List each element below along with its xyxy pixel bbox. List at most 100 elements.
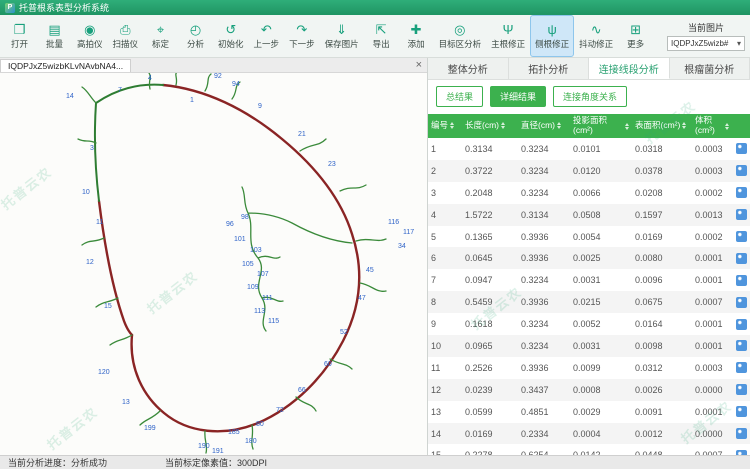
table-cell: 0.3234 [518, 341, 570, 351]
table-row[interactable]: 100.09650.32340.00310.00980.0001 [428, 335, 750, 357]
table-cell: 8 [428, 297, 462, 307]
toolbar-item-target-area[interactable]: ◎目标区分析 [434, 15, 487, 57]
toolbar-item-batch[interactable]: ▤批量 [37, 15, 72, 57]
toolbar-item-calibrate[interactable]: ⌖标定 [143, 15, 178, 57]
view-row-icon[interactable] [736, 187, 747, 198]
toolbar-item-main-root-fix[interactable]: Ψ主根修正 [486, 15, 530, 57]
table-cell: 0.0000 [692, 429, 732, 439]
tab-segment-analysis[interactable]: 连接线段分析 [589, 58, 670, 79]
toolbar: ❐打开▤批量◉高拍仪⎙扫描仪⌖标定◴分析↺初始化↶上一步↷下一步⇓保存图片⇱导出… [0, 15, 750, 58]
view-row-icon[interactable] [736, 362, 747, 373]
toolbar-item-export[interactable]: ⇱导出 [364, 15, 399, 57]
table-row[interactable]: 60.06450.39360.00250.00800.0001 [428, 247, 750, 269]
sort-arrows-icon[interactable] [501, 122, 505, 129]
result-button-row: 总结果详细结果连接角度关系 [428, 80, 750, 112]
table-row[interactable]: 20.37220.32340.01200.03780.0003 [428, 160, 750, 182]
column-header-label: 表面积(cm²) [635, 121, 680, 131]
view-row-icon[interactable] [736, 231, 747, 242]
toolbar-item-lateral-root-fix[interactable]: ψ侧根修正 [530, 15, 574, 57]
table-cell: 14 [428, 429, 462, 439]
table-row[interactable]: 80.54590.39360.02150.06750.0007 [428, 291, 750, 313]
toolbar-item-next-step[interactable]: ↷下一步 [284, 15, 320, 57]
current-image-value: IQDPJxZ5wizb# [671, 39, 728, 48]
table-cell: 0.3234 [518, 144, 570, 154]
column-header[interactable]: 投影面积(cm²) [570, 116, 632, 136]
view-row-icon[interactable] [736, 165, 747, 176]
detail-result-button[interactable]: 详细结果 [490, 86, 546, 107]
table-row[interactable]: 50.13650.39360.00540.01690.0002 [428, 226, 750, 248]
root-image-canvas[interactable]: 4929417149212311611734454752606672801801… [0, 73, 427, 455]
table-header: 编号 长度(cm)直径(cm)投影面积(cm²)表面积(cm²) 体积(cm³) [428, 114, 750, 138]
angle-relation-button[interactable]: 连接角度关系 [553, 86, 627, 107]
table-row[interactable]: 120.02390.34370.00080.00260.0000 [428, 379, 750, 401]
total-result-button[interactable]: 总结果 [436, 86, 483, 107]
view-row-icon[interactable] [736, 340, 747, 351]
table-cell: 0.0029 [570, 407, 632, 417]
current-image-dropdown[interactable]: IQDPJxZ5wizb# ▾ [667, 36, 745, 51]
table-cell: 0.3134 [462, 144, 518, 154]
add-icon: ✚ [411, 22, 422, 37]
column-header[interactable]: 表面积(cm²) [632, 121, 692, 131]
table-cell: 13 [428, 407, 462, 417]
table-row[interactable]: 110.25260.39360.00990.03120.0003 [428, 357, 750, 379]
app-window: P 托普根系表型分析系统 ❐打开▤批量◉高拍仪⎙扫描仪⌖标定◴分析↺初始化↶上一… [0, 0, 750, 469]
toolbar-item-camera[interactable]: ◉高拍仪 [72, 15, 108, 57]
view-row-icon[interactable] [736, 253, 747, 264]
column-header[interactable]: 编号 [428, 121, 462, 131]
close-icon[interactable]: × [416, 58, 422, 72]
sort-arrows-icon[interactable] [450, 122, 454, 129]
view-row-icon[interactable] [736, 319, 747, 330]
toolbar-item-scanner[interactable]: ⎙扫描仪 [108, 15, 144, 57]
table-row[interactable]: 90.16180.32340.00520.01640.0001 [428, 313, 750, 335]
toolbar-item-jitter-fix[interactable]: ∿抖动修正 [574, 15, 618, 57]
status-bar: 当前分析进度：分析成功 当前标定像素值：300DPI [0, 455, 750, 469]
toolbar-item-analyze[interactable]: ◴分析 [178, 15, 213, 57]
view-row-icon[interactable] [736, 406, 747, 417]
sort-arrows-icon[interactable] [557, 122, 561, 129]
tab-topology-analysis[interactable]: 拓扑分析 [509, 58, 590, 79]
table-cell: 0.1597 [632, 210, 692, 220]
toolbar-item-initialize[interactable]: ↺初始化 [213, 15, 249, 57]
toolbar-item-open[interactable]: ❐打开 [2, 15, 37, 57]
table-row[interactable]: 140.01690.23340.00040.00120.0000 [428, 423, 750, 445]
tab-rhizobium-analysis[interactable]: 根瘤菌分析 [670, 58, 750, 79]
sort-arrows-icon[interactable] [625, 123, 629, 130]
toolbar-item-add[interactable]: ✚添加 [399, 15, 434, 57]
next-step-icon: ↷ [296, 22, 307, 37]
table-cell: 0.3936 [518, 363, 570, 373]
view-row-icon[interactable] [736, 143, 747, 154]
column-header[interactable]: 直径(cm) [518, 121, 570, 131]
column-header[interactable]: 长度(cm) [462, 121, 518, 131]
analyze-icon: ◴ [190, 22, 201, 37]
view-row-icon[interactable] [736, 297, 747, 308]
table-cell: 0.3437 [518, 385, 570, 395]
table-row[interactable]: 130.05990.48510.00290.00910.0001 [428, 401, 750, 423]
table-cell: 0.0965 [462, 341, 518, 351]
sort-arrows-icon[interactable] [682, 122, 686, 129]
toolbar-item-label: 初始化 [218, 38, 244, 50]
table-row[interactable]: 70.09470.32340.00310.00960.0001 [428, 269, 750, 291]
table-cell: 0.0645 [462, 253, 518, 263]
image-tab[interactable]: IQDPJxZ5wizbKLvNAvbNA4... [0, 59, 131, 72]
column-header[interactable]: 体积(cm³) [692, 116, 732, 136]
view-row-icon[interactable] [736, 275, 747, 286]
table-cell: 0.0025 [570, 253, 632, 263]
table-row[interactable]: 30.20480.32340.00660.02080.0002 [428, 182, 750, 204]
table-cell: 0.0031 [570, 341, 632, 351]
table-row[interactable]: 10.31340.32340.01010.03180.0003 [428, 138, 750, 160]
toolbar-item-more[interactable]: ⊞更多 [618, 15, 653, 57]
toolbar-item-label: 添加 [408, 38, 425, 50]
toolbar-item-label: 下一步 [289, 38, 315, 50]
view-row-icon[interactable] [736, 209, 747, 220]
toolbar-item-previous-step[interactable]: ↶上一步 [249, 15, 285, 57]
toolbar-item-save-image[interactable]: ⇓保存图片 [320, 15, 364, 57]
tab-overall-analysis[interactable]: 整体分析 [428, 58, 509, 79]
view-row-icon[interactable] [736, 428, 747, 439]
column-header-label: 编号 [431, 121, 448, 131]
view-row-icon[interactable] [736, 384, 747, 395]
table-row[interactable]: 150.22780.62540.01420.04480.0007 [428, 444, 750, 455]
table-row[interactable]: 41.57220.31340.05080.15970.0013 [428, 204, 750, 226]
chevron-down-icon: ▾ [737, 39, 741, 48]
sort-arrows-icon[interactable] [725, 123, 729, 130]
table-cell: 0.0002 [692, 232, 732, 242]
